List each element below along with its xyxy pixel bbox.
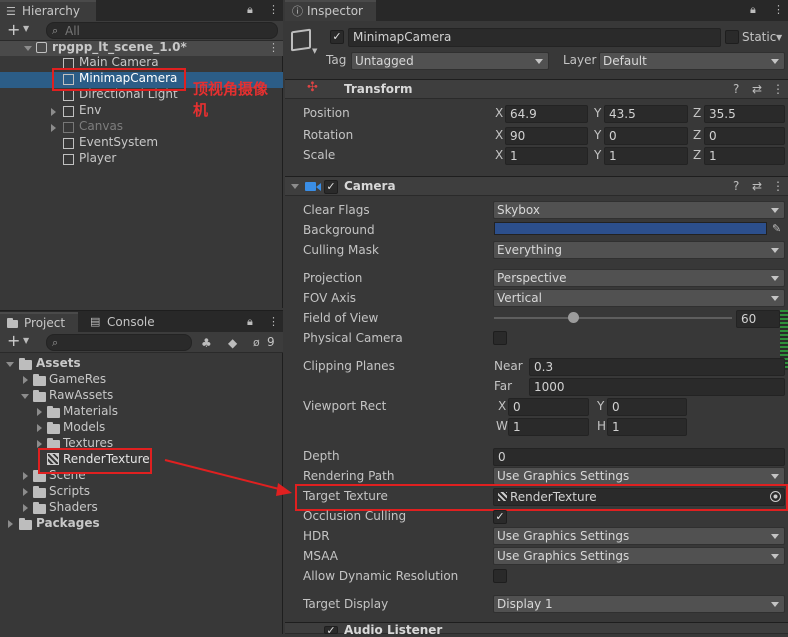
annotation-arrow <box>164 459 292 496</box>
